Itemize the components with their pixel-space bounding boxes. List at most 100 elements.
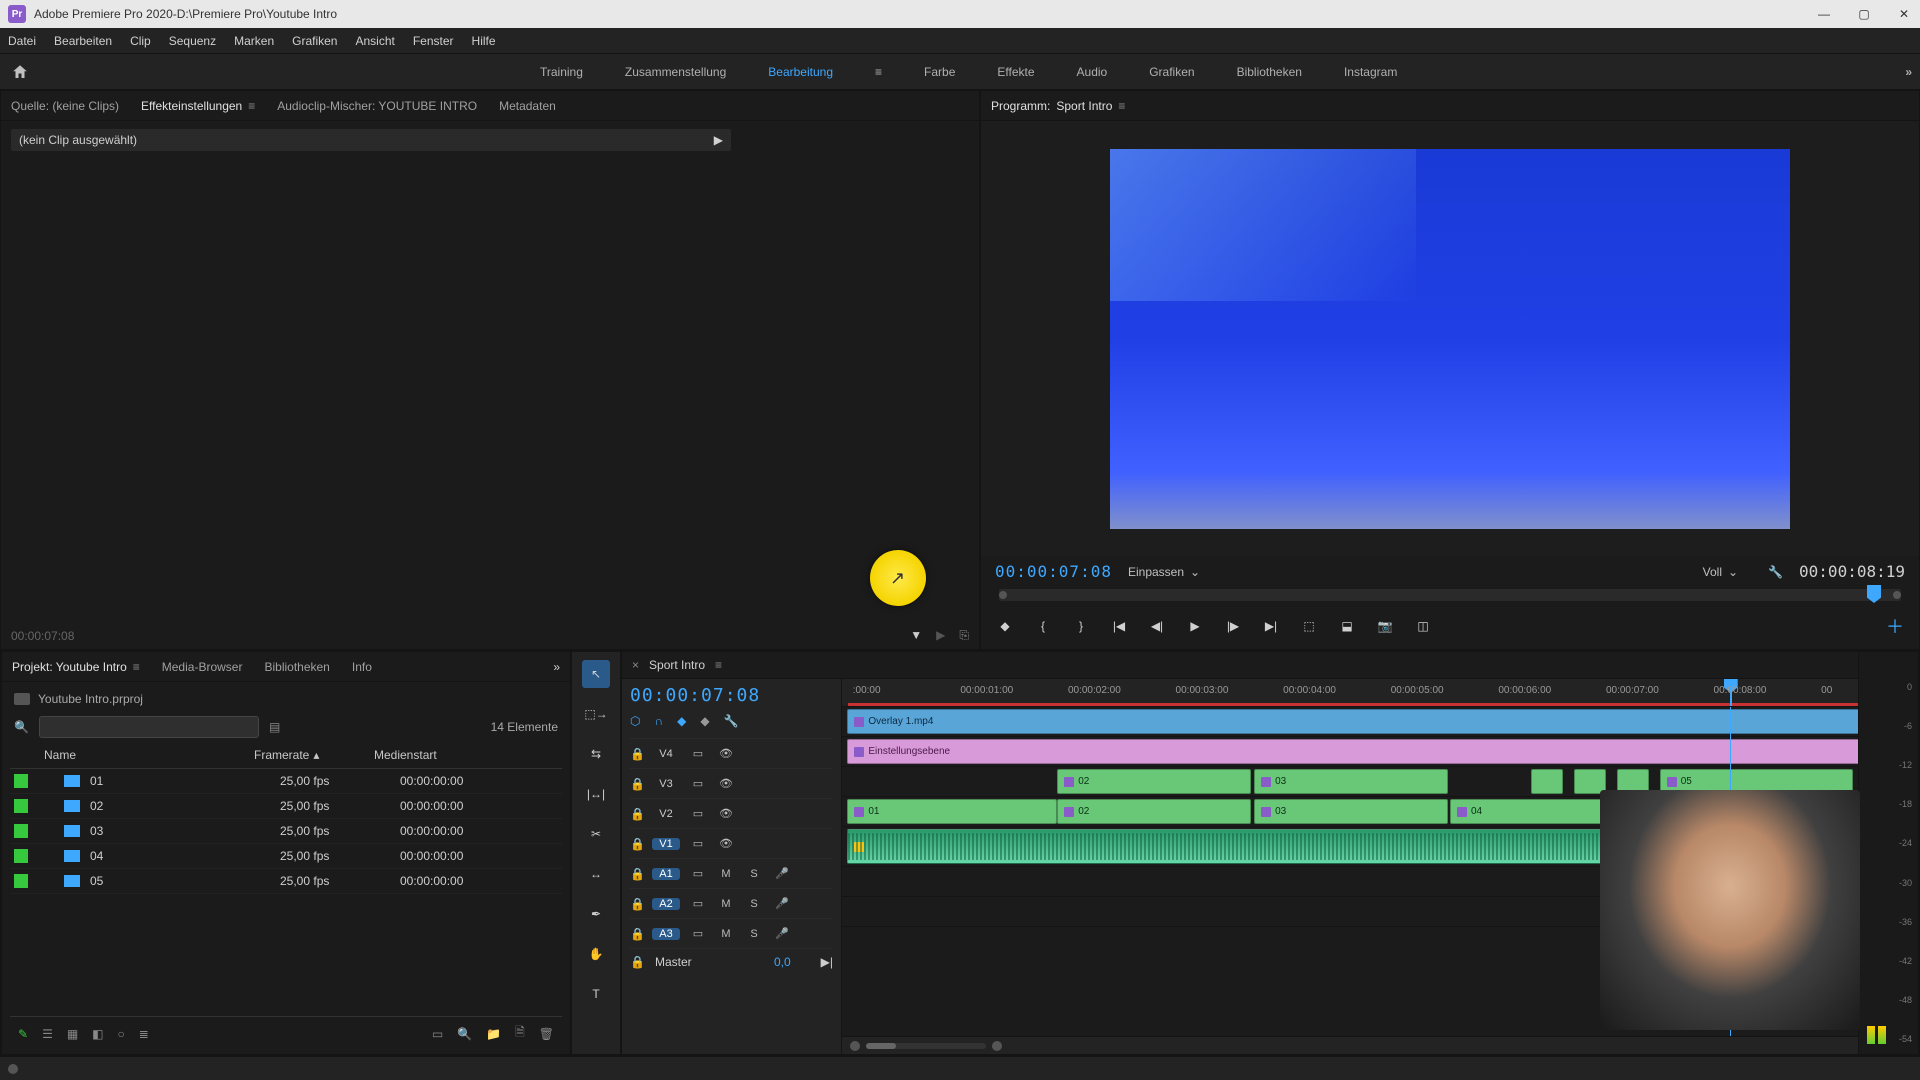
effect-expand-button[interactable]: ▶	[714, 133, 723, 147]
ws-bearbeitung[interactable]: Bearbeitung	[768, 65, 833, 79]
timeline-zoom-bar[interactable]	[842, 1036, 1918, 1054]
menu-clip[interactable]: Clip	[130, 34, 151, 48]
lock-icon[interactable]: 🔒	[630, 747, 644, 761]
lock-icon[interactable]: 🔒	[630, 777, 644, 791]
sync-lock-icon[interactable]: ▭	[688, 837, 708, 850]
timeline-timecode[interactable]: 00:00:07:08	[630, 685, 833, 706]
lock-icon[interactable]: 🔒	[630, 807, 644, 821]
project-row[interactable]: 0525,00 fps00:00:00:00	[10, 869, 562, 894]
work-area-bar[interactable]	[848, 703, 1878, 706]
lock-icon[interactable]: 🔒	[630, 867, 644, 881]
close-sequence-button[interactable]: ×	[632, 658, 639, 672]
clip-v1-01[interactable]: 01	[847, 799, 1057, 824]
tab-effect-controls[interactable]: Effekteinstellungen≡	[141, 99, 255, 113]
program-timecode[interactable]: 00:00:07:08	[995, 562, 1112, 581]
ws-effekte[interactable]: Effekte	[997, 65, 1034, 79]
project-row[interactable]: 0225,00 fps00:00:00:00	[10, 794, 562, 819]
project-row[interactable]: 0325,00 fps00:00:00:00	[10, 819, 562, 844]
ws-instagram[interactable]: Instagram	[1344, 65, 1397, 79]
ws-bibliotheken[interactable]: Bibliotheken	[1237, 65, 1302, 79]
button-editor-add[interactable]: ＋	[1885, 613, 1905, 639]
search-icon[interactable]: 🔍	[14, 720, 29, 734]
step-forward-button[interactable]: |▶	[1223, 619, 1243, 633]
timeline-ruler[interactable]: :00:0000:00:01:0000:00:02:0000:00:03:000…	[842, 679, 1918, 707]
play-only-icon[interactable]: ▶	[936, 628, 945, 643]
program-video-frame[interactable]	[1110, 149, 1790, 529]
menu-fenster[interactable]: Fenster	[413, 34, 454, 48]
scrubber-end-handle[interactable]	[1893, 591, 1901, 599]
track-header-a2[interactable]: 🔒A2▭MS🎤	[630, 888, 833, 918]
track-header-v4[interactable]: 🔒V4▭👁	[630, 738, 833, 768]
go-out-button[interactable]: ▶|	[1261, 619, 1281, 633]
extract-button[interactable]: ⬓	[1337, 619, 1357, 633]
zoom-thumb[interactable]	[866, 1043, 896, 1049]
project-search-input[interactable]	[39, 716, 259, 738]
solo-toggle[interactable]: S	[744, 898, 764, 910]
minimize-button[interactable]: —	[1816, 7, 1832, 21]
track-header-v3[interactable]: 🔒V3▭👁	[630, 768, 833, 798]
ws-bearbeitung-menu-icon[interactable]: ≡	[875, 65, 882, 79]
clip-v2-02[interactable]: 02	[1057, 769, 1251, 794]
clip-v2-slice1[interactable]	[1531, 769, 1563, 794]
tab-source[interactable]: Quelle: (keine Clips)	[11, 99, 119, 113]
hand-tool[interactable]: ✋	[582, 940, 610, 968]
label-color-chip[interactable]	[14, 849, 28, 863]
slip-tool[interactable]: ↔	[582, 860, 610, 888]
tab-project[interactable]: Projekt: Youtube Intro≡	[12, 660, 140, 674]
clip-v1-03[interactable]: 03	[1254, 799, 1448, 824]
linked-selection-toggle[interactable]: ∩	[654, 714, 663, 728]
track-header-v1[interactable]: 🔒V1▭👁	[630, 828, 833, 858]
label-color-chip[interactable]	[14, 799, 28, 813]
track-header-master[interactable]: 🔒Master0,0▶|	[630, 948, 833, 974]
sort-icon[interactable]: ≣	[139, 1027, 149, 1041]
add-marker-button[interactable]: ◆	[995, 619, 1015, 633]
clip-v2-03[interactable]: 03	[1254, 769, 1448, 794]
tab-bibliotheken[interactable]: Bibliotheken	[264, 660, 329, 674]
ripple-edit-tool[interactable]: ⇆	[582, 740, 610, 768]
pen-tool[interactable]: ✒	[582, 900, 610, 928]
menu-ansicht[interactable]: Ansicht	[355, 34, 394, 48]
icon-view-icon[interactable]: ▦	[67, 1027, 78, 1041]
add-marker-toggle[interactable]: ◆	[677, 714, 686, 728]
sync-lock-icon[interactable]: ▭	[688, 897, 708, 910]
sync-lock-icon[interactable]: ▭	[688, 777, 708, 790]
mark-in-button[interactable]: {	[1033, 619, 1053, 633]
scrubber-start-handle[interactable]	[999, 591, 1007, 599]
menu-marken[interactable]: Marken	[234, 34, 274, 48]
mic-icon[interactable]: 🎤	[772, 897, 792, 910]
lock-icon[interactable]: 🔒	[630, 955, 645, 969]
clip-audio-a1[interactable]	[847, 829, 1729, 864]
freeform-view-icon[interactable]: ◧	[92, 1027, 103, 1041]
mute-toggle[interactable]: M	[716, 928, 736, 940]
find-icon[interactable]: 🔍	[457, 1027, 472, 1041]
menu-datei[interactable]: Datei	[8, 34, 36, 48]
maximize-button[interactable]: ▢	[1856, 7, 1872, 21]
step-back-button[interactable]: ◀|	[1147, 619, 1167, 633]
solo-toggle[interactable]: S	[744, 928, 764, 940]
solo-toggle[interactable]: S	[744, 868, 764, 880]
master-volume[interactable]: 0,0	[774, 955, 791, 969]
close-button[interactable]: ✕	[1896, 7, 1912, 21]
eye-icon[interactable]: 👁	[716, 777, 736, 790]
eye-icon[interactable]: 👁	[716, 807, 736, 820]
snap-toggle[interactable]: ⬡	[630, 714, 640, 728]
new-bin-icon[interactable]: 📁	[486, 1027, 501, 1041]
wrench-icon[interactable]: 🔧	[1768, 565, 1783, 579]
project-row[interactable]: 0125,00 fps00:00:00:00	[10, 769, 562, 794]
zoom-in-handle[interactable]	[992, 1041, 1002, 1051]
filter-bin-icon[interactable]: ▤	[269, 720, 280, 734]
timeline-wrench-icon[interactable]: 🔧	[724, 714, 739, 728]
lock-icon[interactable]: 🔒	[630, 927, 644, 941]
menu-grafiken[interactable]: Grafiken	[292, 34, 337, 48]
eye-icon[interactable]: 👁	[716, 837, 736, 850]
trash-icon[interactable]: 🗑	[539, 1027, 554, 1041]
export-frame-button[interactable]: 📷	[1375, 619, 1395, 633]
tab-program[interactable]: Programm: Sport Intro ≡	[991, 99, 1125, 113]
rolling-edit-tool[interactable]: |↔|	[582, 780, 610, 808]
list-view-icon[interactable]: ☰	[42, 1027, 53, 1041]
ws-training[interactable]: Training	[540, 65, 583, 79]
tab-metadata[interactable]: Metadaten	[499, 99, 556, 113]
export-frame-icon[interactable]: ⎘	[959, 628, 969, 643]
go-in-button[interactable]: |◀	[1109, 619, 1129, 633]
menu-hilfe[interactable]: Hilfe	[472, 34, 496, 48]
